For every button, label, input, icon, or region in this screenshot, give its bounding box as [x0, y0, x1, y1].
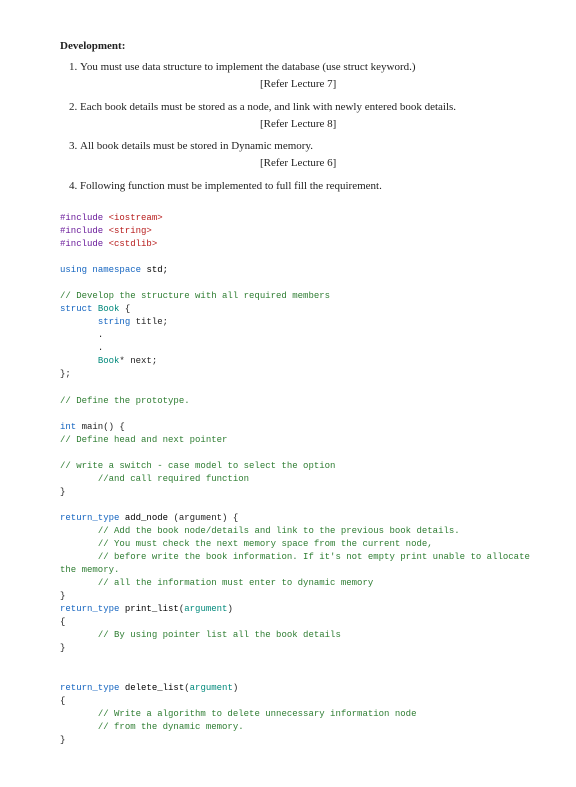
func-add-node: add_node	[125, 513, 168, 523]
brace: {	[60, 696, 65, 706]
comment: // Add the book node/details and link to…	[98, 526, 460, 536]
include-header: <cstdlib>	[109, 239, 158, 249]
list-item: You must use data structure to implement…	[80, 60, 516, 92]
requirements-list: You must use data structure to implement…	[80, 60, 516, 194]
brace: }	[60, 643, 65, 653]
keyword-int: int	[60, 422, 76, 432]
comment: // from the dynamic memory.	[98, 722, 244, 732]
brace: }	[60, 735, 65, 745]
func-print-list: print_list	[125, 604, 179, 614]
return-type: return_type	[60, 604, 119, 614]
comment: // Write a algorithm to delete unnecessa…	[98, 709, 417, 719]
section-heading: Development:	[60, 40, 516, 52]
list-item: Following function must be implemented t…	[80, 179, 516, 194]
include-directive: #include	[60, 213, 109, 223]
return-type: return_type	[60, 683, 119, 693]
type-book: Book	[98, 304, 120, 314]
list-item-ref: [Refer Lecture 7]	[260, 77, 516, 92]
ident-next: * next;	[119, 356, 157, 366]
comment: // Develop the structure with all requir…	[60, 291, 330, 301]
type-string: string	[98, 317, 130, 327]
list-item-text: Each book details must be stored as a no…	[80, 101, 456, 113]
include-header: <string>	[109, 226, 152, 236]
comment: // You must check the next memory space …	[98, 539, 433, 549]
comment: the memory.	[60, 565, 119, 575]
comment: //and call required function	[98, 474, 249, 484]
list-item: Each book details must be stored as a no…	[80, 100, 516, 132]
list-item-text: All book details must be stored in Dynam…	[80, 140, 313, 152]
list-item-text: You must use data structure to implement…	[80, 61, 416, 73]
ident-title: title;	[136, 317, 168, 327]
ident-std: std;	[146, 265, 168, 275]
comment: // before write the book information. If…	[98, 552, 530, 562]
paren-argument: (argument)	[173, 513, 227, 523]
brace: }	[60, 487, 65, 497]
keyword-using: using	[60, 265, 87, 275]
argument: argument	[184, 604, 227, 614]
func-delete-list: delete_list	[125, 683, 184, 693]
include-directive: #include	[60, 239, 109, 249]
comment: // Define head and next pointer	[60, 435, 227, 445]
list-item-text: Following function must be implemented t…	[80, 180, 382, 192]
type-book: Book	[98, 356, 120, 366]
keyword-namespace: namespace	[92, 265, 141, 275]
return-type: return_type	[60, 513, 119, 523]
list-item-ref: [Refer Lecture 6]	[260, 156, 516, 171]
list-item: All book details must be stored in Dynam…	[80, 139, 516, 171]
comment: // all the information must enter to dyn…	[98, 578, 373, 588]
comment: // By using pointer list all the book de…	[98, 630, 341, 640]
brace: {	[119, 422, 124, 432]
code-block: #include <iostream> #include <string> #i…	[60, 212, 516, 747]
dot: .	[98, 330, 103, 340]
brace: {	[60, 617, 65, 627]
brace: {	[233, 513, 238, 523]
dot: .	[98, 343, 103, 353]
func-main: main()	[82, 422, 114, 432]
brace: }	[60, 591, 65, 601]
comment: // write a switch - case model to select…	[60, 461, 335, 471]
brace: };	[60, 369, 71, 379]
keyword-struct: struct	[60, 304, 92, 314]
list-item-ref: [Refer Lecture 8]	[260, 117, 516, 132]
comment: // Define the prototype.	[60, 396, 190, 406]
argument: argument	[190, 683, 233, 693]
include-header: <iostream>	[109, 213, 163, 223]
brace: {	[125, 304, 130, 314]
include-directive: #include	[60, 226, 109, 236]
